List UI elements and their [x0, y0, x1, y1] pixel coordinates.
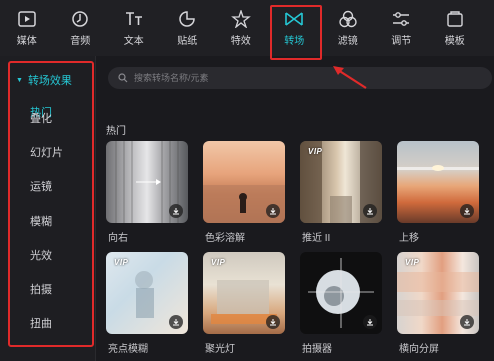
tool-label: 调节 — [391, 35, 412, 47]
download-button[interactable] — [363, 315, 377, 329]
vip-badge: VIP — [211, 258, 226, 267]
tool-label: 特效 — [230, 35, 251, 47]
media-icon — [18, 10, 36, 27]
filter-icon — [339, 10, 357, 27]
tool-media[interactable]: 媒体 — [0, 0, 54, 56]
tool-adjust[interactable]: 调节 — [375, 0, 429, 56]
sidebar: ▼ 转场效果 热门 叠化 幻灯片 运镜 模糊 光效 拍摄 扭曲 — [0, 56, 96, 361]
adjust-icon — [393, 11, 410, 26]
card-label: 拍摄器 — [302, 344, 332, 355]
card-label: 推近 II — [302, 233, 331, 244]
download-icon — [367, 208, 373, 215]
tool-label: 模板 — [444, 35, 465, 47]
card-label: 上移 — [399, 233, 419, 244]
tool-audio[interactable]: 音频 — [54, 0, 108, 56]
search-bar[interactable] — [108, 67, 492, 89]
download-icon — [173, 208, 179, 215]
top-toolbar: 媒体 音频 文本 贴纸 特效 转场 滤镜 调节 模板 — [0, 0, 494, 60]
card-label: 聚光灯 — [205, 344, 235, 355]
tool-label: 贴纸 — [177, 35, 198, 47]
sidebar-header[interactable]: ▼ 转场效果 — [16, 72, 72, 88]
tool-filter[interactable]: 滤镜 — [321, 0, 375, 56]
transition-card[interactable]: VIP — [300, 141, 382, 223]
download-icon — [270, 319, 276, 326]
vip-badge: VIP — [308, 147, 323, 156]
annotation-arrow — [333, 66, 367, 89]
audio-icon — [72, 10, 88, 27]
card-label: 横向分屏 — [399, 344, 439, 355]
sidebar-item-camera-move[interactable]: 运镜 — [30, 178, 52, 194]
card-label: 色彩溶解 — [205, 233, 245, 244]
transition-card[interactable] — [397, 141, 479, 223]
sidebar-item-shoot[interactable]: 拍摄 — [30, 281, 52, 297]
sticker-icon — [179, 10, 196, 27]
sidebar-header-label: 转场效果 — [27, 75, 72, 87]
transition-card[interactable]: VIP — [397, 252, 479, 334]
download-button[interactable] — [169, 204, 183, 218]
tool-transition[interactable]: 转场 — [268, 0, 322, 60]
transition-card[interactable] — [203, 141, 285, 223]
sidebar-item-blur[interactable]: 模糊 — [30, 213, 52, 229]
section-title: 热门 — [106, 126, 126, 137]
template-icon — [447, 10, 463, 27]
download-icon — [173, 319, 179, 326]
tool-effects[interactable]: 特效 — [214, 0, 268, 56]
tool-label: 媒体 — [16, 35, 37, 47]
vip-badge: VIP — [405, 258, 420, 267]
transition-card[interactable] — [106, 141, 188, 223]
transition-card[interactable]: VIP — [106, 252, 188, 334]
search-icon — [118, 73, 128, 83]
download-button[interactable] — [460, 204, 474, 218]
effects-icon — [230, 9, 251, 28]
download-button[interactable] — [266, 315, 280, 329]
text-icon — [125, 11, 142, 25]
caret-down-icon: ▼ — [16, 76, 23, 84]
tool-label: 音频 — [70, 35, 91, 47]
transition-card[interactable]: VIP — [203, 252, 285, 334]
card-label: 亮点模糊 — [108, 344, 148, 355]
download-button[interactable] — [460, 315, 474, 329]
highlight-box — [269, 5, 322, 60]
transition-card[interactable] — [300, 252, 382, 334]
tool-text[interactable]: 文本 — [107, 0, 161, 56]
download-icon — [367, 319, 373, 326]
tool-sticker[interactable]: 贴纸 — [161, 0, 215, 56]
tool-template[interactable]: 模板 — [428, 0, 482, 56]
sidebar-item-slideshow[interactable]: 幻灯片 — [30, 144, 63, 160]
download-icon — [464, 208, 470, 215]
download-button[interactable] — [169, 315, 183, 329]
download-icon — [464, 319, 470, 326]
sidebar-item-distort[interactable]: 扭曲 — [30, 315, 52, 331]
download-icon — [270, 208, 276, 215]
download-button[interactable] — [363, 204, 377, 218]
sidebar-item-dissolve[interactable]: 叠化 — [30, 110, 52, 126]
vip-badge: VIP — [114, 258, 129, 267]
tool-label: 文本 — [123, 35, 144, 47]
search-input[interactable] — [134, 73, 434, 83]
tool-label: 滤镜 — [337, 35, 358, 47]
sidebar-item-light[interactable]: 光效 — [30, 247, 52, 263]
download-button[interactable] — [266, 204, 280, 218]
card-label: 向右 — [108, 233, 128, 244]
